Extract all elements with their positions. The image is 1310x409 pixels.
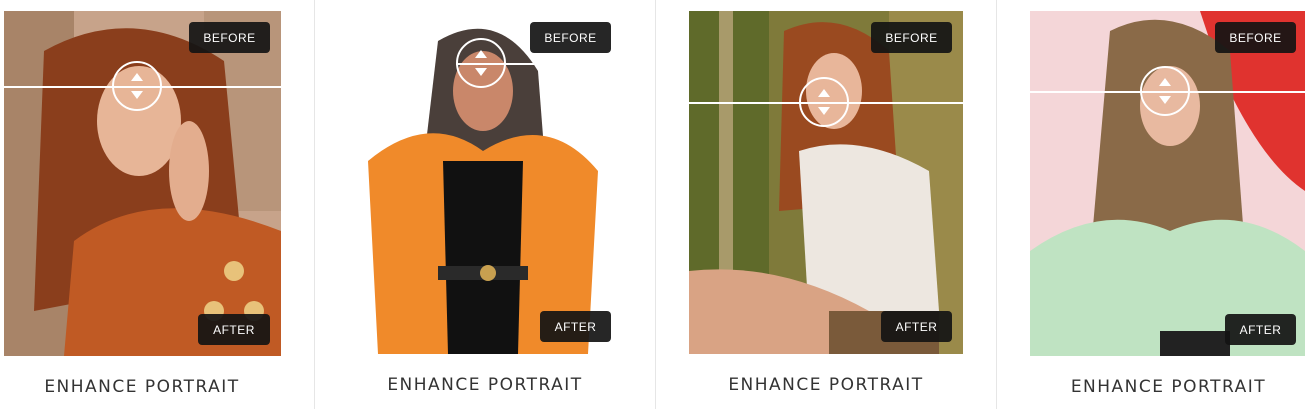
portrait-card-4: BEFORE AFTER ENHANCE PORTRAIT <box>997 0 1310 409</box>
portrait-card-3: BEFORE AFTER ENHANCE PORTRAIT <box>656 0 996 409</box>
arrow-up-icon <box>818 89 830 97</box>
comparison-slider-handle[interactable] <box>112 61 162 111</box>
before-label: BEFORE <box>1215 22 1296 53</box>
before-label: BEFORE <box>189 22 270 53</box>
arrow-down-icon <box>475 68 487 76</box>
portrait-photo <box>689 11 963 354</box>
arrow-up-icon <box>131 73 143 81</box>
card-caption[interactable]: ENHANCE PORTRAIT <box>997 377 1310 397</box>
card-caption[interactable]: ENHANCE PORTRAIT <box>656 375 996 395</box>
arrow-down-icon <box>818 107 830 115</box>
comparison-slider-handle[interactable] <box>456 38 506 88</box>
after-label: AFTER <box>198 314 270 345</box>
card-caption[interactable]: ENHANCE PORTRAIT <box>315 375 655 395</box>
before-label: BEFORE <box>871 22 952 53</box>
arrow-up-icon <box>475 50 487 58</box>
arrow-down-icon <box>131 91 143 99</box>
before-after-image[interactable]: BEFORE AFTER <box>4 11 281 356</box>
portrait-card-2: BEFORE AFTER ENHANCE PORTRAIT <box>315 0 655 409</box>
before-after-image[interactable]: BEFORE AFTER <box>348 11 622 354</box>
after-label: AFTER <box>1225 314 1296 345</box>
before-after-image[interactable]: BEFORE AFTER <box>1030 11 1305 356</box>
before-after-image[interactable]: BEFORE AFTER <box>689 11 963 354</box>
after-label: AFTER <box>881 311 952 342</box>
comparison-slider-handle[interactable] <box>799 77 849 127</box>
arrow-up-icon <box>1159 78 1171 86</box>
card-caption[interactable]: ENHANCE PORTRAIT <box>0 377 284 397</box>
after-label: AFTER <box>540 311 611 342</box>
portrait-card-1: BEFORE AFTER ENHANCE PORTRAIT <box>0 0 314 409</box>
arrow-down-icon <box>1159 96 1171 104</box>
before-label: BEFORE <box>530 22 611 53</box>
comparison-slider-handle[interactable] <box>1140 66 1190 116</box>
portrait-photo <box>1030 11 1305 356</box>
